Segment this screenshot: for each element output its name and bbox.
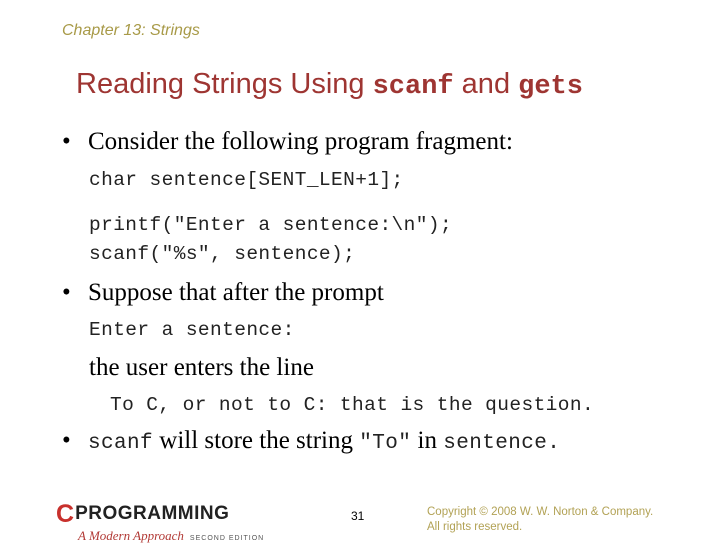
code-to: "To" — [359, 432, 412, 455]
bullet-3-period: . — [547, 432, 561, 455]
bullet-3-text-a: will store the string — [153, 427, 360, 454]
bullet-2: • Suppose that after the prompt — [62, 279, 384, 307]
bullet-3: • scanf will store the string "To" in sen… — [62, 427, 560, 455]
bullet-icon: • — [62, 128, 71, 155]
chapter-header: Chapter 13: Strings — [62, 22, 200, 39]
code-line-scanf: scanf("%s", sentence); — [89, 243, 356, 265]
title-text-2: and — [453, 68, 519, 100]
book-logo: CPROGRAMMING A Modern Approach SECOND EDI… — [56, 500, 264, 545]
bullet-icon: • — [62, 279, 71, 306]
code-input-line: To C, or not to C: that is the question. — [110, 394, 595, 416]
bullet-1-text: Consider the following program fragment: — [88, 128, 513, 155]
code-scanf: scanf — [88, 432, 154, 455]
copyright: Copyright © 2008 W. W. Norton & Company.… — [427, 505, 653, 535]
bullet-1: • Consider the following program fragment… — [62, 128, 513, 156]
user-enters-text: the user enters the line — [89, 354, 314, 381]
copyright-line-1: Copyright © 2008 W. W. Norton & Company. — [427, 506, 654, 518]
title-code-scanf: scanf — [372, 72, 454, 102]
bullet-icon: • — [62, 427, 71, 454]
logo-programming: PROGRAMMING — [75, 503, 230, 524]
title-code-gets: gets — [518, 72, 583, 102]
copyright-line-2: All rights reserved. — [427, 521, 523, 533]
slide-title: Reading Strings Using scanf and gets — [76, 68, 583, 102]
page-number: 31 — [351, 509, 365, 523]
logo-c-icon: C — [56, 500, 75, 528]
logo-edition: SECOND EDITION — [189, 535, 265, 542]
logo-subtitle: A Modern Approach — [78, 528, 184, 543]
bullet-3-text-b: in — [411, 427, 444, 454]
bullet-2-text: Suppose that after the prompt — [88, 279, 384, 306]
code-sentence: sentence — [443, 432, 548, 455]
code-prompt: Enter a sentence: — [89, 319, 295, 341]
code-line-printf: printf("Enter a sentence:\n"); — [89, 214, 453, 236]
title-text-1: Reading Strings Using — [76, 68, 373, 100]
code-line-declaration: char sentence[SENT_LEN+1]; — [89, 169, 404, 191]
